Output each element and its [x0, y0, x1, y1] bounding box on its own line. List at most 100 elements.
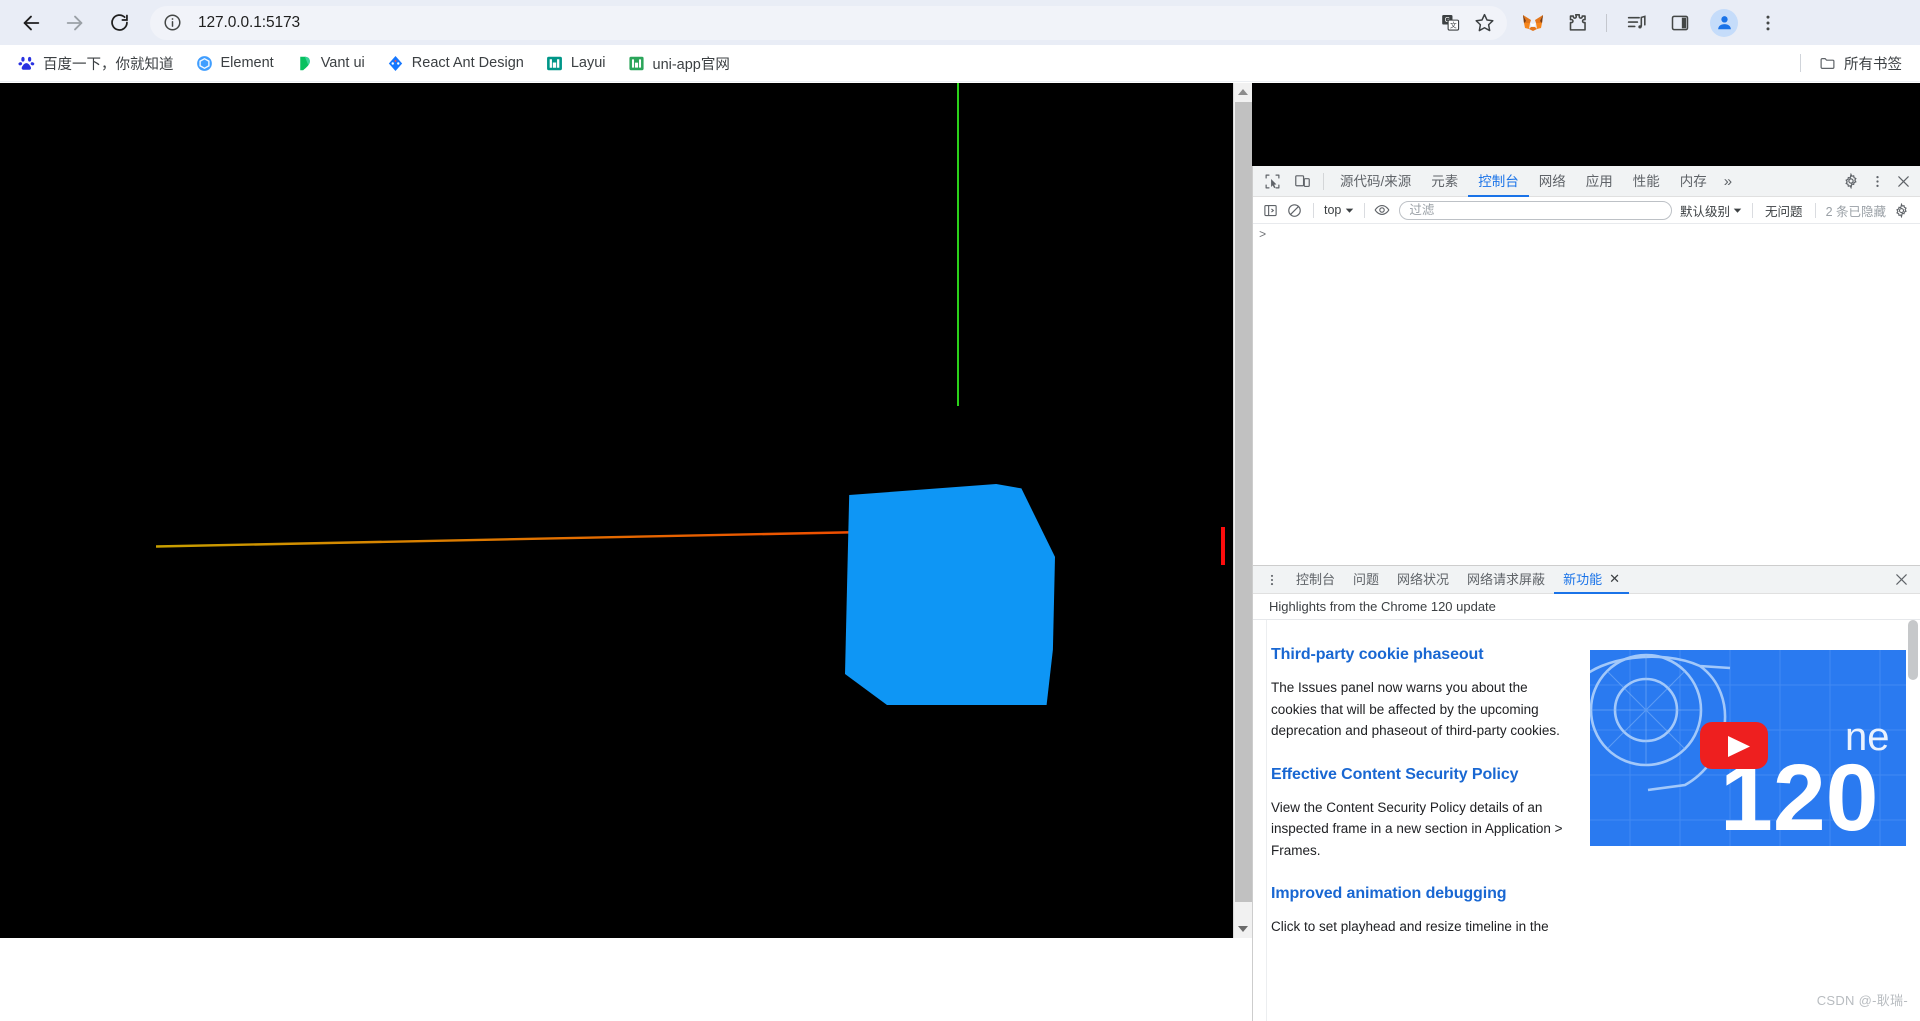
- back-button[interactable]: [12, 4, 50, 42]
- side-panel-button[interactable]: [1663, 6, 1697, 40]
- console-settings-gear-icon: [1895, 202, 1907, 218]
- console-sidebar-icon: [1263, 204, 1277, 216]
- baidu-icon: [18, 55, 35, 72]
- whats-new-entry-title[interactable]: Effective Content Security Policy: [1271, 766, 1585, 784]
- threejs-canvas[interactable]: [0, 83, 1233, 938]
- whats-new-content[interactable]: Third-party cookie phaseout The Issues p…: [1253, 620, 1920, 1021]
- live-expression-button[interactable]: [1371, 199, 1393, 221]
- inspect-element-button[interactable]: [1258, 168, 1286, 194]
- forward-button[interactable]: [56, 4, 94, 42]
- console-sidebar-toggle[interactable]: [1259, 199, 1281, 221]
- tab-elements[interactable]: 元素: [1421, 166, 1468, 197]
- clear-console-button[interactable]: [1283, 199, 1305, 221]
- metamask-extension-icon[interactable]: [1516, 6, 1550, 40]
- bookmarks-bar-right: 所有书签: [1800, 49, 1920, 77]
- profile-avatar[interactable]: [1710, 8, 1738, 37]
- tab-sources[interactable]: 源代码/来源: [1330, 166, 1421, 197]
- star-icon: [1474, 13, 1494, 32]
- translate-button[interactable]: G 文: [1435, 8, 1465, 38]
- element-icon: [196, 55, 213, 72]
- devtools-more-options-button[interactable]: [1864, 168, 1890, 194]
- browser-toolbar-actions: [1511, 0, 1790, 45]
- console-toolbar-divider-4: [1814, 202, 1816, 218]
- drawer-tabbar: 控制台 问题 网络状况 网络请求屏蔽 新功能 ✕: [1253, 566, 1920, 594]
- scroll-down-triangle: [1238, 926, 1248, 932]
- all-bookmarks-button[interactable]: 所有书签: [1813, 49, 1908, 77]
- extensions-button[interactable]: [1560, 6, 1594, 40]
- uniapp-icon: [628, 55, 645, 72]
- tab-label: 网络: [1538, 174, 1566, 189]
- bookmark-react-ant-design[interactable]: React Ant Design: [379, 49, 532, 77]
- drawer-tab-label: 控制台: [1296, 572, 1336, 587]
- url-text: 127.0.0.1:5173: [198, 13, 301, 31]
- forward-arrow-icon: [66, 15, 83, 30]
- reload-button[interactable]: [100, 4, 138, 42]
- media-playlist-button[interactable]: [1619, 6, 1653, 40]
- device-toolbar-button[interactable]: [1288, 168, 1316, 194]
- issues-status[interactable]: 无问题: [1759, 201, 1809, 220]
- devtools-close-button[interactable]: [1890, 168, 1916, 194]
- console-message-area[interactable]: >: [1253, 224, 1920, 565]
- whats-new-scrollbar[interactable]: [1906, 620, 1920, 1021]
- bookmark-layui[interactable]: Layui: [538, 49, 614, 77]
- media-playlist-icon: [1627, 15, 1646, 29]
- drawer-tab-network-conditions[interactable]: 网络状况: [1388, 566, 1458, 594]
- chrome-menu-button[interactable]: [1751, 6, 1785, 40]
- scrollbar-thumb[interactable]: [1235, 102, 1252, 902]
- whats-new-header: Highlights from the Chrome 120 update: [1253, 594, 1920, 620]
- whats-new-entry-body: Click to set playhead and resize timelin…: [1271, 919, 1549, 934]
- whats-new-entries: Third-party cookie phaseout The Issues p…: [1253, 620, 1585, 1021]
- devtools-tabbar: 源代码/来源 元素 控制台 网络 应用 性能 内存 »: [1253, 166, 1920, 197]
- drawer-close-button[interactable]: [1888, 567, 1914, 593]
- bookmark-uniapp[interactable]: uni-app官网: [620, 49, 738, 77]
- drawer-more-options-icon: [1270, 574, 1274, 585]
- bookmark-vant-ui[interactable]: Vant ui: [288, 49, 373, 77]
- console-toolbar: top 默认级别 无问题 2 条已隐藏: [1253, 197, 1920, 224]
- scroll-down-arrow[interactable]: [1234, 920, 1252, 938]
- console-input-prompt[interactable]: >: [1253, 224, 1920, 246]
- bookmark-label: Vant ui: [320, 55, 365, 71]
- devtools-settings-button[interactable]: [1838, 168, 1864, 194]
- tab-memory[interactable]: 内存: [1670, 166, 1717, 197]
- drawer-close-icon: [1895, 574, 1907, 585]
- whats-new-entry-title[interactable]: Third-party cookie phaseout: [1271, 646, 1585, 664]
- drawer-tab-whats-new[interactable]: 新功能 ✕: [1554, 566, 1629, 594]
- whats-new-entry-title[interactable]: Improved animation debugging: [1271, 885, 1585, 903]
- console-level-select[interactable]: 默认级别: [1676, 201, 1746, 220]
- hidden-messages-count[interactable]: 2 条已隐藏: [1822, 201, 1890, 220]
- ant-design-logo-icon: [388, 55, 402, 71]
- tab-performance[interactable]: 性能: [1623, 166, 1670, 197]
- scroll-up-arrow[interactable]: [1234, 83, 1252, 101]
- execution-context-select[interactable]: top: [1320, 200, 1358, 220]
- drawer-tab-close-icon[interactable]: ✕: [1609, 571, 1620, 587]
- side-panel-icon: [1671, 15, 1689, 30]
- console-settings-button[interactable]: [1890, 199, 1912, 221]
- whats-new-left-rail: [1253, 620, 1267, 1021]
- more-tabs-button[interactable]: »: [1717, 166, 1739, 197]
- bookmark-baidu[interactable]: 百度一下，你就知道: [10, 49, 182, 77]
- tab-console[interactable]: 控制台: [1468, 166, 1529, 197]
- console-filter-input[interactable]: [1399, 200, 1673, 220]
- site-info-button[interactable]: [158, 9, 186, 37]
- tab-network[interactable]: 网络: [1529, 166, 1576, 197]
- whats-new-video-thumbnail[interactable]: ne 120: [1590, 650, 1910, 846]
- eye-icon: [1374, 205, 1390, 215]
- tab-label: 应用: [1585, 174, 1613, 189]
- execution-context-value: top: [1324, 203, 1342, 217]
- devtools-more-options-icon: [1875, 175, 1879, 187]
- bookmark-star-button[interactable]: [1469, 8, 1499, 38]
- metamask-fox-icon: [1523, 14, 1543, 31]
- drawer-tab-console[interactable]: 控制台: [1287, 566, 1344, 594]
- tab-application[interactable]: 应用: [1576, 166, 1623, 197]
- drawer-tab-issues[interactable]: 问题: [1344, 566, 1388, 594]
- bookmark-element[interactable]: Element: [188, 49, 282, 77]
- drawer-tab-network-request-blocking[interactable]: 网络请求屏蔽: [1458, 566, 1554, 594]
- drawer-more-options-button[interactable]: [1258, 567, 1286, 593]
- vant-logo-icon: [299, 56, 310, 70]
- x-axis-svg: [156, 530, 866, 548]
- tab-label: 性能: [1632, 174, 1660, 189]
- page-vertical-scrollbar[interactable]: [1233, 83, 1252, 938]
- address-bar[interactable]: 127.0.0.1:5173 G 文: [150, 5, 1507, 40]
- whats-new-scrollbar-thumb[interactable]: [1908, 620, 1918, 680]
- back-arrow-icon: [23, 15, 40, 30]
